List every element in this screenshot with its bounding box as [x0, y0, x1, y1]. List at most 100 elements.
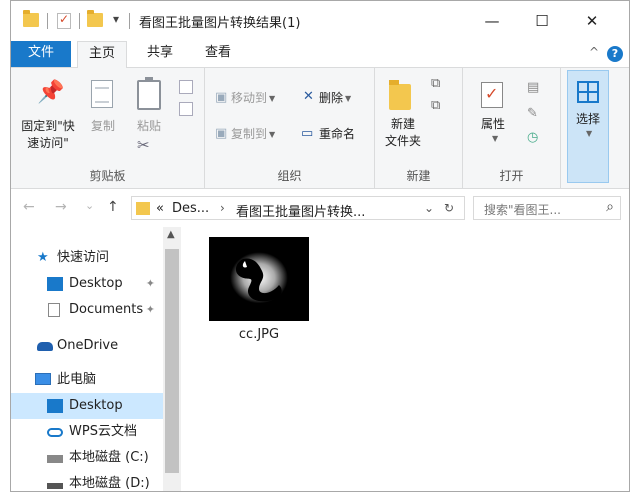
back-button[interactable]: ← [23, 199, 35, 215]
move-to-button[interactable]: 移动到 ▼ [231, 90, 275, 107]
breadcrumb-desktop[interactable]: Des... [172, 201, 209, 216]
paste-button[interactable]: 粘贴 [129, 118, 169, 135]
separator [79, 13, 80, 29]
navigation-pane: ★ 快速访问 Desktop ✦ Documents ✦ OneDrive 此电… [11, 227, 183, 491]
cloud-icon [37, 342, 53, 351]
pin-label-line1: 固定到"快 [21, 119, 75, 133]
title-bar: ▾ 看图王批量图片转换结果(1) — ☐ ✕ [11, 1, 629, 41]
desktop-icon [47, 277, 63, 291]
nav-item-onedrive[interactable]: OneDrive [11, 333, 163, 359]
copy-to-icon: ▣ [215, 126, 228, 141]
refresh-icon[interactable]: ↻ [444, 201, 454, 215]
new-folder-label-line1: 新建 [390, 117, 415, 131]
tab-share[interactable]: 共享 [135, 41, 185, 67]
file-item-thumbnail[interactable] [209, 237, 309, 321]
pin-icon[interactable]: ✦ [146, 297, 155, 323]
folder-icon [23, 10, 39, 27]
forward-button[interactable]: → [55, 199, 67, 215]
chevron-down-icon: ▼ [586, 129, 593, 138]
tab-view[interactable]: 查看 [193, 41, 243, 67]
delete-button[interactable]: 删除 ▼ [319, 90, 351, 107]
organize-group: ▣ 移动到 ▼ ✕ 删除 ▼ ▣ 复制到 ▼ ▭ 重命名 组织 [205, 68, 375, 188]
new-folder-label-line2: 文件夹 [384, 134, 421, 148]
delete-label: 删除 [319, 91, 344, 105]
search-icon[interactable]: ⌕ [606, 199, 614, 215]
copy-to-button[interactable]: 复制到 ▼ [231, 126, 275, 143]
move-to-label: 移动到 [231, 91, 268, 105]
minimize-button[interactable]: — [469, 1, 515, 41]
easy-access-icon[interactable]: ⧉ [431, 98, 440, 113]
pin-icon[interactable]: ✦ [146, 271, 155, 297]
pin-label-line2: 速访问" [27, 136, 69, 150]
select-grid-icon [577, 81, 599, 103]
up-button[interactable]: ↑ [107, 199, 119, 215]
history-icon[interactable]: ◷ [527, 130, 538, 145]
properties-quick-icon[interactable] [57, 12, 71, 29]
copy-to-label: 复制到 [231, 127, 268, 141]
nav-item-quick-access[interactable]: ★ 快速访问 [11, 245, 163, 271]
chevron-right-icon[interactable]: › [220, 201, 225, 215]
new-group-label: 新建 [406, 169, 431, 183]
delete-icon: ✕ [303, 89, 314, 104]
new-folder-icon [389, 80, 411, 110]
swan-image-icon [209, 237, 309, 321]
recent-locations-button[interactable]: ⌄ [85, 199, 94, 212]
open-group: 属性 ▼ ▤ ✎ ◷ 打开 [463, 68, 561, 188]
breadcrumb-overflow[interactable]: « [156, 201, 164, 216]
move-to-icon: ▣ [215, 90, 228, 105]
paste-shortcut-icon[interactable] [179, 102, 193, 116]
quick-access-dropdown-icon[interactable]: ▾ [113, 12, 119, 26]
separator [129, 13, 130, 29]
edit-icon[interactable]: ✎ [527, 106, 538, 121]
computer-icon [35, 373, 51, 385]
nav-item-desktop[interactable]: Desktop ✦ [11, 271, 163, 297]
documents-icon [48, 303, 60, 317]
file-item-name[interactable]: cc.JPG [209, 327, 309, 342]
star-icon: ★ [37, 250, 49, 265]
help-icon[interactable]: ? [607, 46, 623, 62]
nav-label: WPS云文档 [69, 424, 137, 439]
address-dropdown-icon[interactable]: ⌄ [424, 201, 434, 215]
nav-item-documents[interactable]: Documents ✦ [11, 297, 163, 323]
cut-icon[interactable]: ✂ [137, 136, 150, 154]
chevron-down-icon: ▼ [269, 94, 276, 103]
pin-icon: 📌 [37, 80, 65, 105]
copy-icon [91, 80, 113, 108]
address-bar[interactable]: « Des... › 看图王批量图片转换... ⌄ ↻ [131, 196, 465, 220]
close-button[interactable]: ✕ [569, 1, 615, 41]
nav-item-desktop-pc[interactable]: Desktop [11, 393, 163, 419]
nav-item-drive-c[interactable]: 本地磁盘 (C:) [11, 445, 163, 471]
organize-group-label: 组织 [277, 169, 302, 183]
breadcrumb-current[interactable]: 看图王批量图片转换... [236, 201, 365, 220]
new-folder-quick-icon[interactable] [87, 10, 103, 27]
collapse-ribbon-icon[interactable]: ^ [589, 45, 599, 59]
copy-button[interactable]: 复制 [83, 118, 123, 135]
nav-item-drive-d[interactable]: 本地磁盘 (D:) [11, 471, 163, 491]
tab-home[interactable]: 主页 [77, 41, 127, 68]
rename-button[interactable]: 重命名 [319, 126, 355, 143]
nav-label: OneDrive [57, 338, 119, 353]
paste-icon [137, 77, 161, 110]
select-button[interactable]: 选择 ▼ [567, 70, 609, 183]
tab-file[interactable]: 文件 [11, 41, 71, 67]
maximize-button[interactable]: ☐ [519, 1, 565, 41]
select-group: 选择 ▼ [567, 68, 611, 188]
clipboard-group: 📌 固定到"快 速访问" 复制 粘贴 ✂ 剪贴板 [11, 68, 205, 188]
pin-to-quick-access-button[interactable]: 固定到"快 速访问" [17, 118, 79, 152]
scroll-thumb[interactable] [165, 249, 179, 473]
address-row: ← → ⌄ ↑ « Des... › 看图王批量图片转换... ⌄ ↻ 搜索"看… [11, 189, 629, 227]
nav-item-this-pc[interactable]: 此电脑 [11, 367, 163, 393]
search-placeholder: 搜索"看图王... [484, 203, 561, 217]
cut-path-icon[interactable] [179, 80, 193, 94]
scroll-up-icon[interactable]: ▲ [167, 229, 175, 240]
open-group-label: 打开 [499, 169, 524, 183]
open-icon[interactable]: ▤ [527, 80, 539, 95]
wps-cloud-icon [47, 428, 63, 437]
properties-button[interactable]: 属性 [471, 116, 515, 133]
nav-scrollbar[interactable]: ▲ [163, 227, 181, 491]
nav-item-wps-cloud[interactable]: WPS云文档 [11, 419, 163, 445]
new-item-icon[interactable]: ⧉ [431, 76, 440, 91]
search-input[interactable]: 搜索"看图王... ⌕ [473, 196, 621, 220]
nav-label: Desktop [69, 398, 123, 413]
new-folder-button[interactable]: 新建 文件夹 [379, 116, 427, 150]
